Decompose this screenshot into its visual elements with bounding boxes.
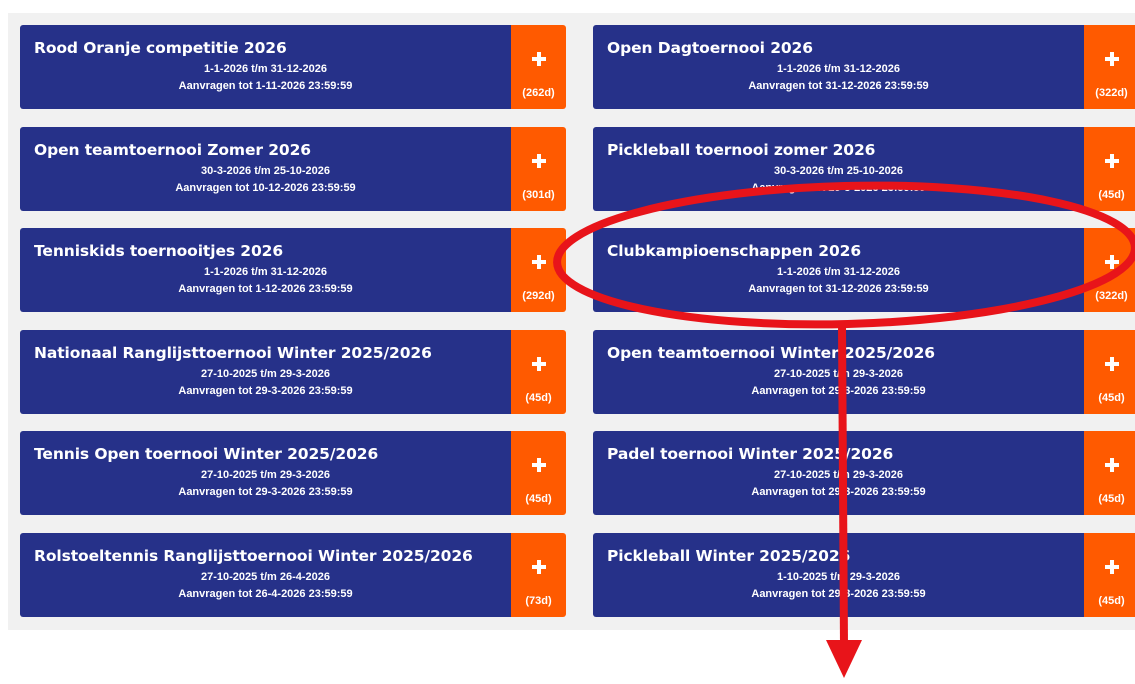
add-request-button[interactable]: (301d) [511,126,566,211]
tournament-info[interactable]: Pickleball Winter 2025/2026 1-10-2025 t/… [593,532,1084,617]
tournament-deadline: Aanvragen tot 26-4-2026 23:59:59 [178,587,353,600]
tournament-card[interactable]: Rood Oranje competitie 2026 1-1-2026 t/m… [20,25,566,109]
tournament-card[interactable]: Tenniskids toernooitjes 2026 1-1-2026 t/… [20,228,566,312]
tournament-title: Nationaal Ranglijsttoernooi Winter 2025/… [34,343,432,362]
arrow-head-icon [826,640,862,678]
plus-icon [531,559,546,574]
days-remaining: (301d) [522,188,555,201]
tournament-title: Padel toernooi Winter 2025/2026 [607,445,894,463]
plus-icon [531,458,546,472]
tournament-card[interactable]: Padel toernooi Winter 2025/2026 27-10-20… [593,431,1135,515]
tournament-deadline: Aanvragen tot 29-3-2026 23:59:59 [751,486,926,498]
tournament-dates: 1-1-2026 t/m 31-12-2026 [777,266,900,278]
add-request-button[interactable]: (45d) [511,431,566,515]
tournament-dates: 27-10-2025 t/m 26-4-2026 [200,570,331,583]
tournament-deadline: Aanvragen tot 29-3-2026 23:59:59 [178,384,353,397]
tournament-title: Open teamtoernooi Winter 2025/2026 [607,343,935,362]
tournament-title: Rolstoeltennis Ranglijsttoernooi Winter … [34,546,473,565]
add-request-button[interactable]: (45d) [1084,532,1135,617]
tournament-info[interactable]: Tenniskids toernooitjes 2026 1-1-2026 t/… [20,228,511,312]
tournament-dates: 1-1-2026 t/m 31-12-2026 [204,266,327,278]
add-request-button[interactable]: (45d) [1084,126,1135,211]
tournament-card[interactable]: Rolstoeltennis Ranglijsttoernooi Winter … [20,532,566,617]
add-request-button[interactable]: (45d) [1084,329,1135,414]
tournament-card[interactable]: Open teamtoernooi Zomer 2026 30-3-2026 t… [20,126,566,211]
add-request-button[interactable]: (45d) [1084,431,1135,515]
plus-icon [1104,153,1119,168]
tournament-title: Clubkampioenschappen 2026 [607,242,862,260]
tournament-card[interactable]: Nationaal Ranglijsttoernooi Winter 2025/… [20,329,566,414]
tournament-info[interactable]: Rolstoeltennis Ranglijsttoernooi Winter … [20,532,511,617]
tournament-title: Tenniskids toernooitjes 2026 [34,242,284,260]
tournament-card[interactable]: Open Dagtoernooi 2026 1-1-2026 t/m 31-12… [593,25,1135,109]
plus-icon [531,153,546,168]
tournament-card-clubkampioenschappen[interactable]: Clubkampioenschappen 2026 1-1-2026 t/m 3… [593,228,1135,312]
tournament-card[interactable]: Pickleball toernooi zomer 2026 30-3-2026… [593,126,1135,211]
add-request-button[interactable]: (262d) [511,25,566,109]
plus-icon [1104,52,1119,66]
tournament-card[interactable]: Pickleball Winter 2025/2026 1-10-2025 t/… [593,532,1135,617]
add-request-button[interactable]: (45d) [511,329,566,414]
tournament-info[interactable]: Open teamtoernooi Zomer 2026 30-3-2026 t… [20,126,511,211]
tournament-card[interactable]: Tennis Open toernooi Winter 2025/2026 27… [20,431,566,515]
days-remaining: (292d) [522,290,555,302]
tournament-dates: 27-10-2025 t/m 29-3-2026 [200,469,331,481]
add-request-button[interactable]: (73d) [511,532,566,617]
tournament-dates: 1-1-2026 t/m 31-12-2026 [204,63,327,75]
days-remaining: (45d) [525,493,552,505]
plus-icon [1104,255,1119,269]
tournament-dates: 30-3-2026 t/m 25-10-2026 [200,164,331,177]
tournament-info[interactable]: Padel toernooi Winter 2025/2026 27-10-20… [593,431,1084,515]
plus-icon [531,255,546,269]
plus-icon [1104,356,1119,371]
tournament-title: Open Dagtoernooi 2026 [607,39,813,57]
tournament-info[interactable]: Nationaal Ranglijsttoernooi Winter 2025/… [20,329,511,414]
add-request-button[interactable]: (322d) [1084,25,1135,109]
plus-icon [1104,458,1119,472]
days-remaining: (73d) [525,594,552,607]
tournament-dates: 30-3-2026 t/m 25-10-2026 [773,164,904,177]
tournament-info[interactable]: Tennis Open toernooi Winter 2025/2026 27… [20,431,511,515]
tournament-grid: Rood Oranje competitie 2026 1-1-2026 t/m… [20,25,1135,617]
days-remaining: (45d) [1098,391,1125,404]
tournament-card[interactable]: Open teamtoernooi Winter 2025/2026 27-10… [593,329,1135,414]
plus-icon [531,356,546,371]
tournament-deadline: Aanvragen tot 31-12-2026 23:59:59 [748,283,929,295]
plus-icon [1104,559,1119,574]
tournament-info[interactable]: Clubkampioenschappen 2026 1-1-2026 t/m 3… [593,228,1084,312]
tournament-title: Open teamtoernooi Zomer 2026 [34,140,311,159]
tournament-info[interactable]: Open Dagtoernooi 2026 1-1-2026 t/m 31-12… [593,25,1084,109]
tournament-deadline: Aanvragen tot 31-12-2026 23:59:59 [748,80,929,92]
tournament-dates: 27-10-2025 t/m 29-3-2026 [773,469,904,481]
add-request-button[interactable]: (322d) [1084,228,1135,312]
tournament-info[interactable]: Rood Oranje competitie 2026 1-1-2026 t/m… [20,25,511,109]
tournament-deadline: Aanvragen tot 29-3-2026 23:59:59 [751,181,926,194]
tournament-deadline: Aanvragen tot 29-3-2026 23:59:59 [178,486,353,498]
days-remaining: (262d) [522,87,555,99]
add-request-button[interactable]: (292d) [511,228,566,312]
tournament-title: Pickleball toernooi zomer 2026 [607,140,876,159]
tournament-deadline: Aanvragen tot 29-3-2026 23:59:59 [751,384,926,397]
tournament-dates: 27-10-2025 t/m 29-3-2026 [773,367,904,380]
tournament-info[interactable]: Pickleball toernooi zomer 2026 30-3-2026… [593,126,1084,211]
tournament-info[interactable]: Open teamtoernooi Winter 2025/2026 27-10… [593,329,1084,414]
days-remaining: (322d) [1095,87,1128,99]
tournament-dates: 1-1-2026 t/m 31-12-2026 [777,63,900,75]
tournament-deadline: Aanvragen tot 1-11-2026 23:59:59 [178,80,353,92]
plus-icon [531,52,546,66]
days-remaining: (45d) [1098,594,1125,607]
days-remaining: (45d) [1098,493,1125,505]
tournament-dates: 27-10-2025 t/m 29-3-2026 [200,367,331,380]
tournament-title: Pickleball Winter 2025/2026 [607,546,851,565]
tournament-deadline: Aanvragen tot 10-12-2026 23:59:59 [175,181,356,194]
tournament-title: Rood Oranje competitie 2026 [34,39,287,57]
tournament-deadline: Aanvragen tot 1-12-2026 23:59:59 [178,283,353,295]
tournament-deadline: Aanvragen tot 29-3-2026 23:59:59 [751,587,926,600]
tournament-title: Tennis Open toernooi Winter 2025/2026 [34,445,379,463]
tournament-dates: 1-10-2025 t/m 29-3-2026 [777,570,900,583]
days-remaining: (45d) [1098,188,1125,201]
days-remaining: (45d) [525,391,552,404]
days-remaining: (322d) [1095,290,1128,302]
